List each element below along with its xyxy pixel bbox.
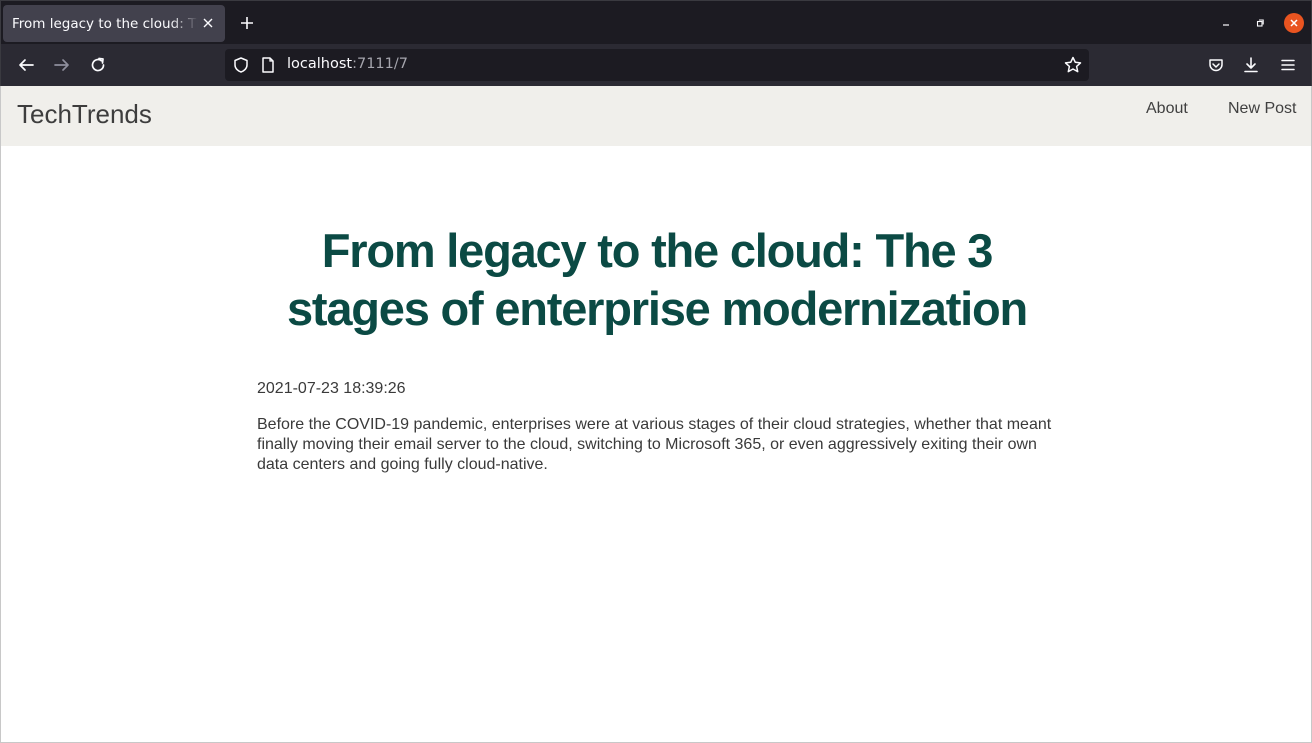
forward-button[interactable] — [50, 53, 74, 77]
browser-tab-strip: From legacy to the cloud: The 3 stages o… — [0, 0, 1312, 44]
close-icon — [1290, 19, 1298, 27]
nav-new-post-link[interactable]: New Post — [1228, 100, 1296, 118]
downloads-button[interactable] — [1240, 54, 1262, 76]
nav-about-link[interactable]: About — [1146, 100, 1188, 118]
arrow-right-icon — [54, 59, 69, 71]
shield-icon[interactable] — [232, 56, 250, 74]
browser-toolbar: localhost:7111/7 — [0, 44, 1312, 86]
download-icon — [1244, 57, 1258, 73]
post-content: Before the COVID-19 pandemic, enterprise… — [257, 416, 1052, 473]
page-viewport: TechTrends About New Post From legacy to… — [0, 86, 1312, 743]
restore-icon — [1256, 19, 1264, 27]
tab-title: From legacy to the cloud: The 3 stages o… — [12, 15, 198, 32]
maximize-button[interactable] — [1250, 13, 1270, 33]
site-header: TechTrends About New Post — [1, 86, 1311, 146]
star-icon[interactable] — [1063, 55, 1083, 75]
post-title: From legacy to the cloud: The 3 stages o… — [286, 224, 1028, 335]
browser-tab[interactable]: From legacy to the cloud: The 3 stages o… — [3, 5, 225, 42]
window-close-button[interactable] — [1284, 13, 1304, 33]
pocket-button[interactable] — [1205, 54, 1227, 76]
arrow-left-icon — [19, 59, 34, 71]
url-path: :7111/7 — [352, 56, 408, 72]
post-created-date: 2021-07-23 18:39:26 — [257, 380, 406, 397]
back-button[interactable] — [14, 53, 38, 77]
app-menu-button[interactable] — [1277, 54, 1299, 76]
reload-button[interactable] — [86, 53, 110, 77]
new-tab-button[interactable] — [235, 11, 259, 35]
minimize-button[interactable] — [1216, 13, 1236, 33]
url-host: localhost — [287, 56, 353, 72]
page-icon[interactable] — [260, 56, 276, 74]
hamburger-icon — [1281, 59, 1295, 71]
address-bar[interactable]: localhost:7111/7 — [225, 49, 1089, 81]
plus-icon — [241, 17, 253, 29]
reload-icon — [91, 57, 105, 72]
site-brand-link[interactable]: TechTrends — [17, 99, 152, 130]
pocket-icon — [1209, 59, 1223, 72]
url-text[interactable]: localhost:7111/7 — [287, 56, 408, 72]
minimize-icon — [1223, 24, 1229, 26]
close-icon[interactable] — [199, 14, 217, 32]
